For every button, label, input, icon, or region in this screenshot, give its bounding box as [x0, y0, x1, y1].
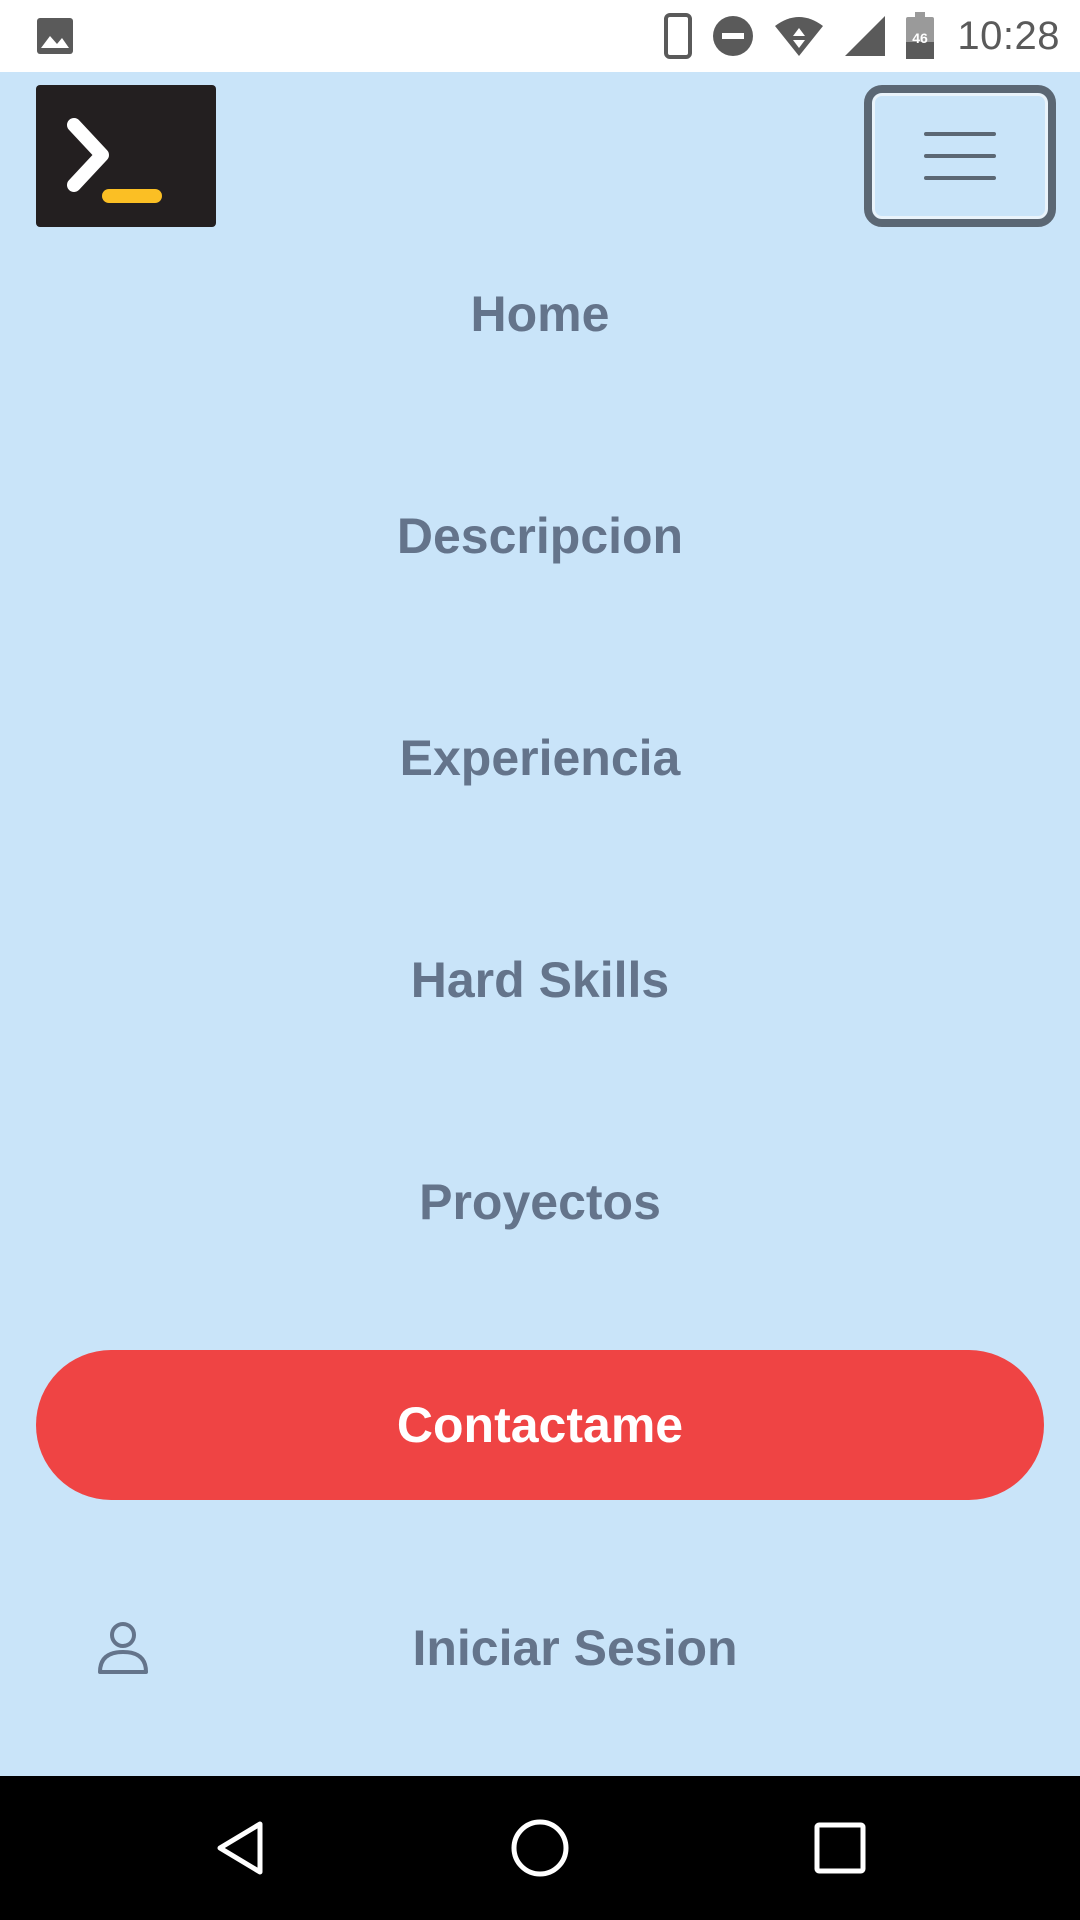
nav-item-descripcion[interactable]: Descripcion — [0, 506, 1080, 566]
nav-item-proyectos[interactable]: Proyectos — [0, 1172, 1080, 1232]
wifi-icon — [773, 14, 825, 58]
home-icon[interactable] — [504, 1812, 576, 1884]
nav-item-home[interactable]: Home — [0, 284, 1080, 344]
image-icon — [37, 18, 73, 54]
contact-button[interactable]: Contactame — [36, 1350, 1044, 1500]
status-bar: 46 10:28 — [0, 0, 1080, 72]
cell-signal-icon — [843, 14, 887, 58]
phone-icon — [663, 13, 693, 59]
svg-text:46: 46 — [913, 30, 929, 46]
menu-button[interactable] — [864, 85, 1056, 227]
nav-item-experiencia[interactable]: Experiencia — [0, 728, 1080, 788]
login-link[interactable]: Iniciar Sesion — [0, 1610, 1080, 1690]
logo[interactable] — [36, 85, 216, 227]
terminal-icon — [67, 118, 162, 203]
system-nav-bar — [0, 1776, 1080, 1920]
do-not-disturb-icon — [711, 14, 755, 58]
hamburger-icon — [924, 132, 996, 180]
login-label: Iniciar Sesion — [412, 1620, 738, 1676]
nav-item-hard-skills[interactable]: Hard Skills — [0, 950, 1080, 1010]
battery-icon: 46 — [905, 12, 935, 60]
back-icon[interactable] — [204, 1812, 276, 1884]
recents-icon[interactable] — [804, 1812, 876, 1884]
status-time: 10:28 — [957, 13, 1060, 58]
